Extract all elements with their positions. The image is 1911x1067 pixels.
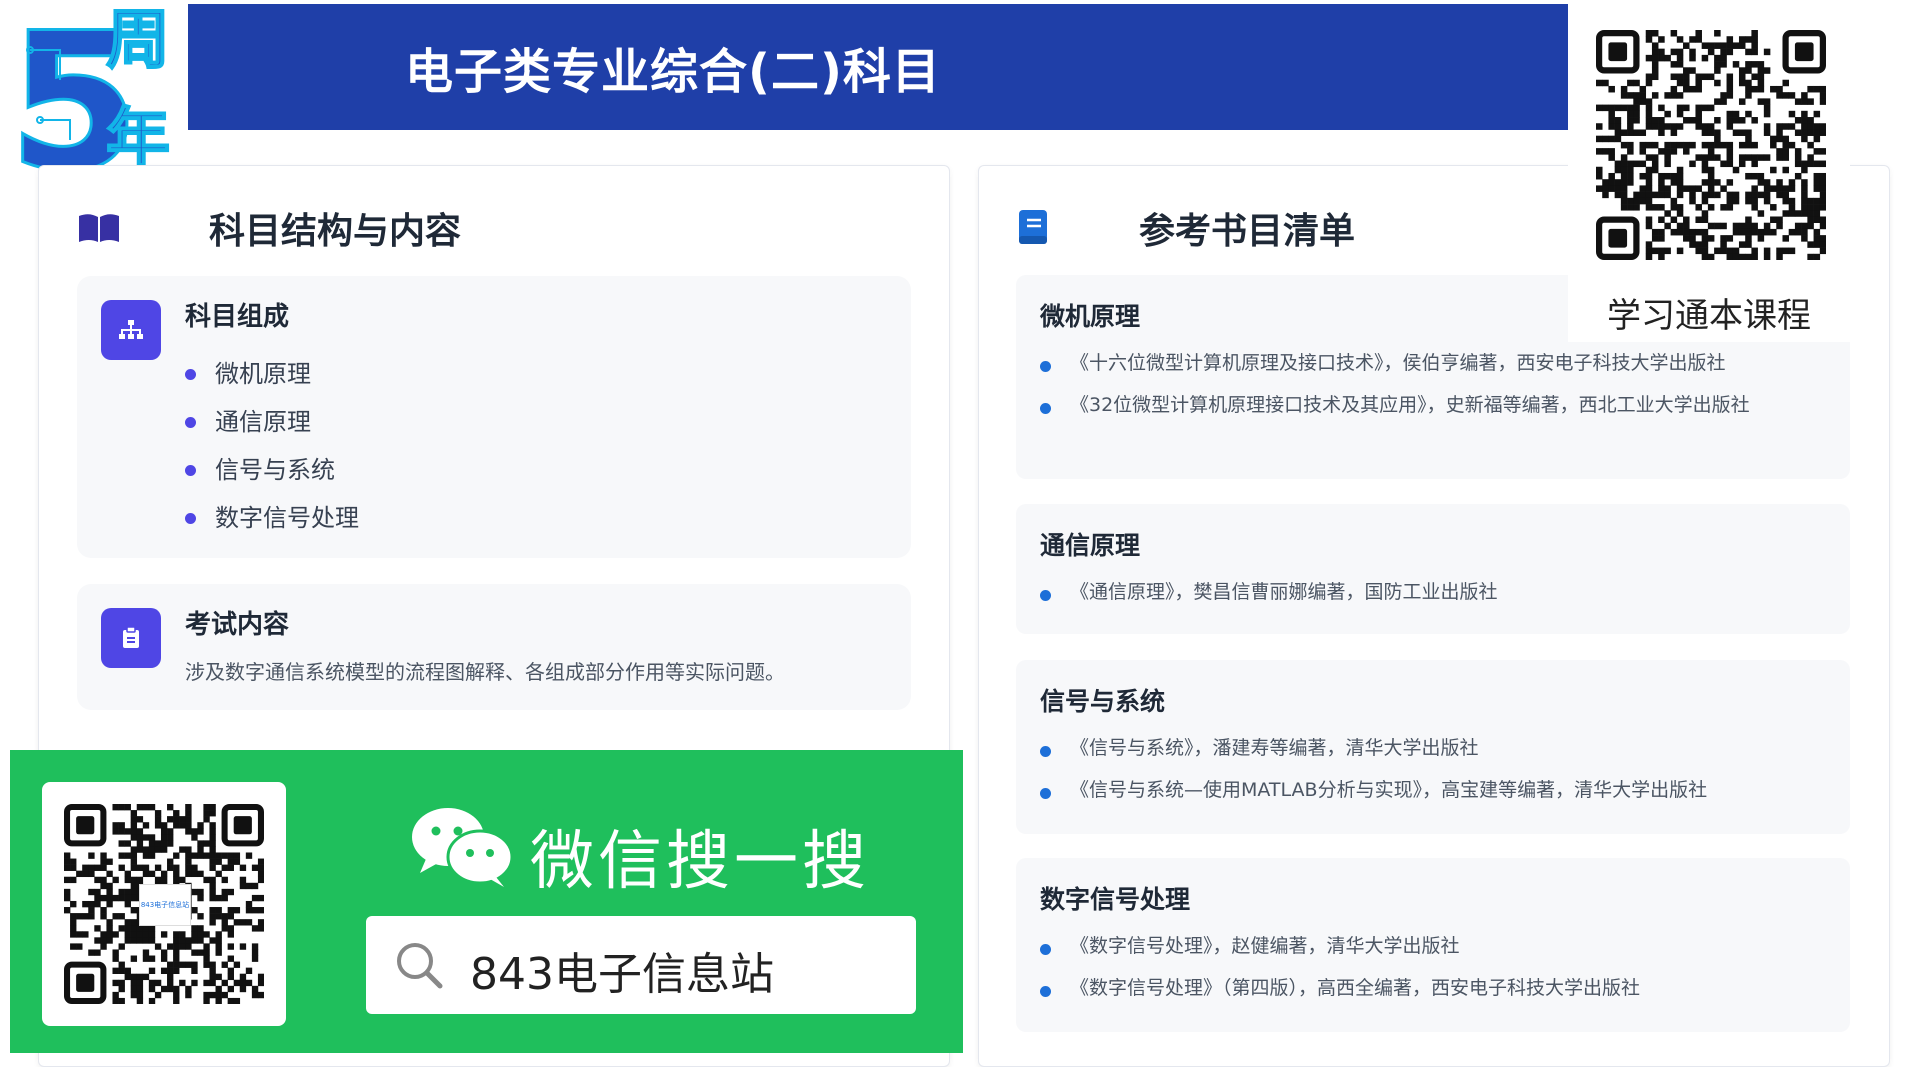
book-group-heading: 信号与系统 <box>1040 687 1166 716</box>
search-input[interactable]: 843电子信息站 <box>470 938 774 1002</box>
book-group-heading: 数字信号处理 <box>1040 885 1191 914</box>
list-item: 《十六位微型计算机原理及接口技术》，侯伯亨编著，西安电子科技大学出版社 <box>1040 349 1810 377</box>
clipboard-icon <box>101 608 161 668</box>
wechat-qr-box: 843电子信息站 <box>42 782 286 1026</box>
wechat-search-title: 微信搜一搜 <box>530 825 870 899</box>
qr-code-icon[interactable] <box>1596 30 1826 260</box>
anniversary-logo: 5 周 年 <box>0 0 188 178</box>
qr-logo-text: 843电子信息站 <box>140 900 190 909</box>
right-card-title: 参考书目清单 <box>1139 211 1356 252</box>
composition-heading: 科目组成 <box>185 302 290 332</box>
wechat-icon <box>412 808 514 887</box>
wechat-search-box[interactable]: 843电子信息站 <box>366 916 916 1014</box>
list-item: 《32位微型计算机原理接口技术及其应用》，史新福等编著，西北工业大学出版社 <box>1040 391 1810 419</box>
list-item: 微机原理 <box>185 350 359 398</box>
logo-text-top: 周 <box>106 4 170 78</box>
left-card-title: 科目结构与内容 <box>209 211 462 252</box>
book-group-panel: 信号与系统 《信号与系统》，潘建寿等编著，清华大学出版社 《信号与系统—使用MA… <box>1016 660 1850 834</box>
page-title: 电子类专业综合(二)科目 <box>405 44 941 100</box>
list-item: 通信原理 <box>185 398 359 446</box>
book-list: 《十六位微型计算机原理及接口技术》，侯伯亨编著，西安电子科技大学出版社 《32位… <box>1040 349 1810 433</box>
list-item: 《信号与系统》，潘建寿等编著，清华大学出版社 <box>1040 734 1810 762</box>
list-item: 《数字信号处理》，赵健编著，清华大学出版社 <box>1040 932 1810 960</box>
search-icon <box>397 943 443 989</box>
wechat-search-banner: 843电子信息站 微信搜一搜 843电子信息站 <box>10 750 963 1053</box>
composition-panel: 科目组成 微机原理 通信原理 信号与系统 数字信号处理 <box>77 276 911 558</box>
hierarchy-icon <box>101 300 161 360</box>
book-list: 《数字信号处理》，赵健编著，清华大学出版社 《数字信号处理》（第四版），高西全编… <box>1040 932 1810 1016</box>
book-list: 《信号与系统》，潘建寿等编著，清华大学出版社 《信号与系统—使用MATLAB分析… <box>1040 734 1810 818</box>
qr-center-logo: 843电子信息站 <box>139 884 191 926</box>
list-item: 信号与系统 <box>185 446 359 494</box>
list-item: 《通信原理》，樊昌信曹丽娜编著，国防工业出版社 <box>1040 578 1810 606</box>
qr-caption: 学习通本课程 <box>1607 296 1811 336</box>
composition-list: 微机原理 通信原理 信号与系统 数字信号处理 <box>185 350 359 542</box>
exam-panel: 考试内容 涉及数字通信系统模型的流程图解释、各组成部分作用等实际问题。 <box>77 584 911 710</box>
book-open-icon <box>79 214 119 242</box>
book-group-panel: 数字信号处理 《数字信号处理》，赵健编著，清华大学出版社 《数字信号处理》（第四… <box>1016 858 1850 1032</box>
book-list: 《通信原理》，樊昌信曹丽娜编著，国防工业出版社 <box>1040 578 1810 620</box>
course-qr-panel: 学习通本课程 <box>1568 8 1850 342</box>
book-icon <box>1019 210 1047 244</box>
list-item: 数字信号处理 <box>185 494 359 542</box>
anniversary-logo-graphic: 5 周 年 <box>0 0 188 178</box>
book-group-panel: 通信原理 《通信原理》，樊昌信曹丽娜编著，国防工业出版社 <box>1016 504 1850 634</box>
book-group-heading: 微机原理 <box>1040 302 1141 331</box>
book-group-heading: 通信原理 <box>1040 531 1141 560</box>
exam-heading: 考试内容 <box>185 610 290 640</box>
list-item: 《信号与系统—使用MATLAB分析与实现》，高宝建等编著，清华大学出版社 <box>1040 776 1810 804</box>
exam-description: 涉及数字通信系统模型的流程图解释、各组成部分作用等实际问题。 <box>185 660 785 684</box>
header-bar: 电子类专业综合(二)科目 <box>8 4 1568 130</box>
list-item: 《数字信号处理》（第四版），高西全编著，西安电子科技大学出版社 <box>1040 974 1810 1002</box>
